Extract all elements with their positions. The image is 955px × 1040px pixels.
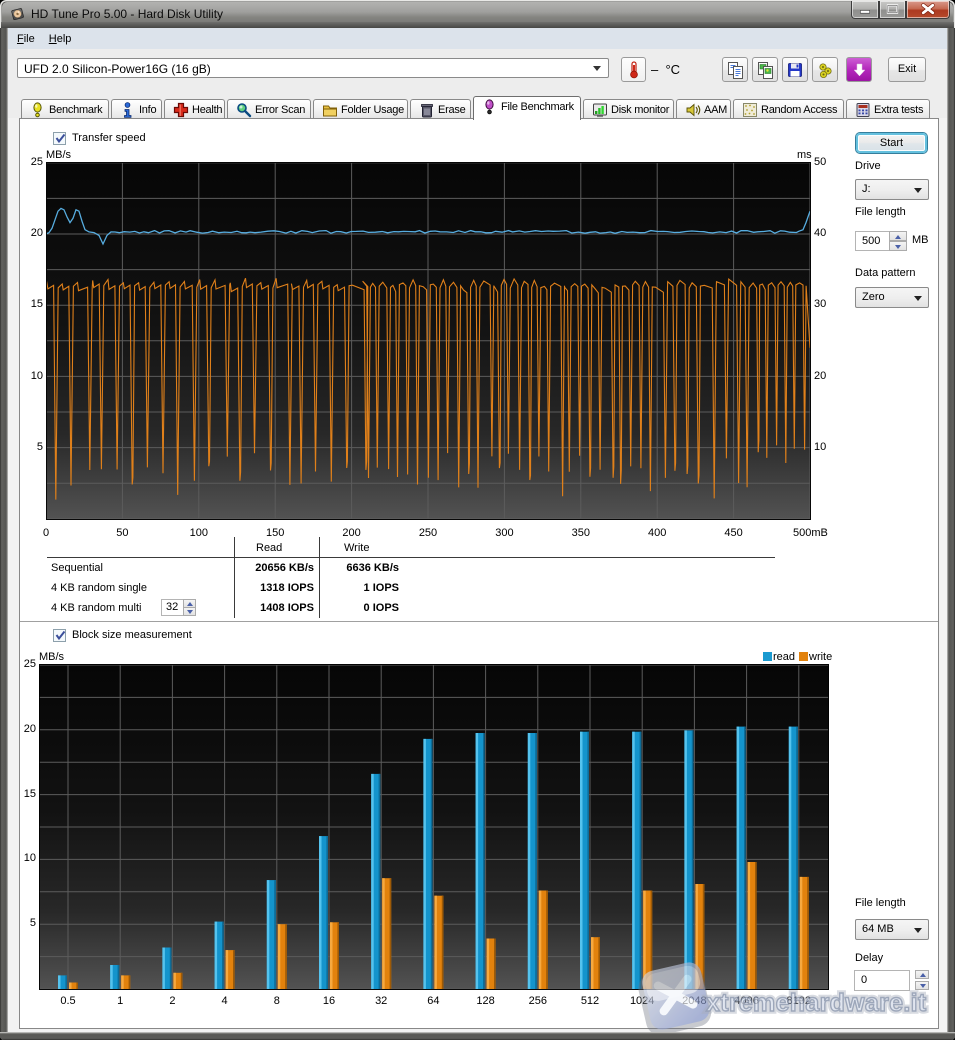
svg-text:xtremehardware.it: xtremehardware.it bbox=[706, 989, 927, 1017]
